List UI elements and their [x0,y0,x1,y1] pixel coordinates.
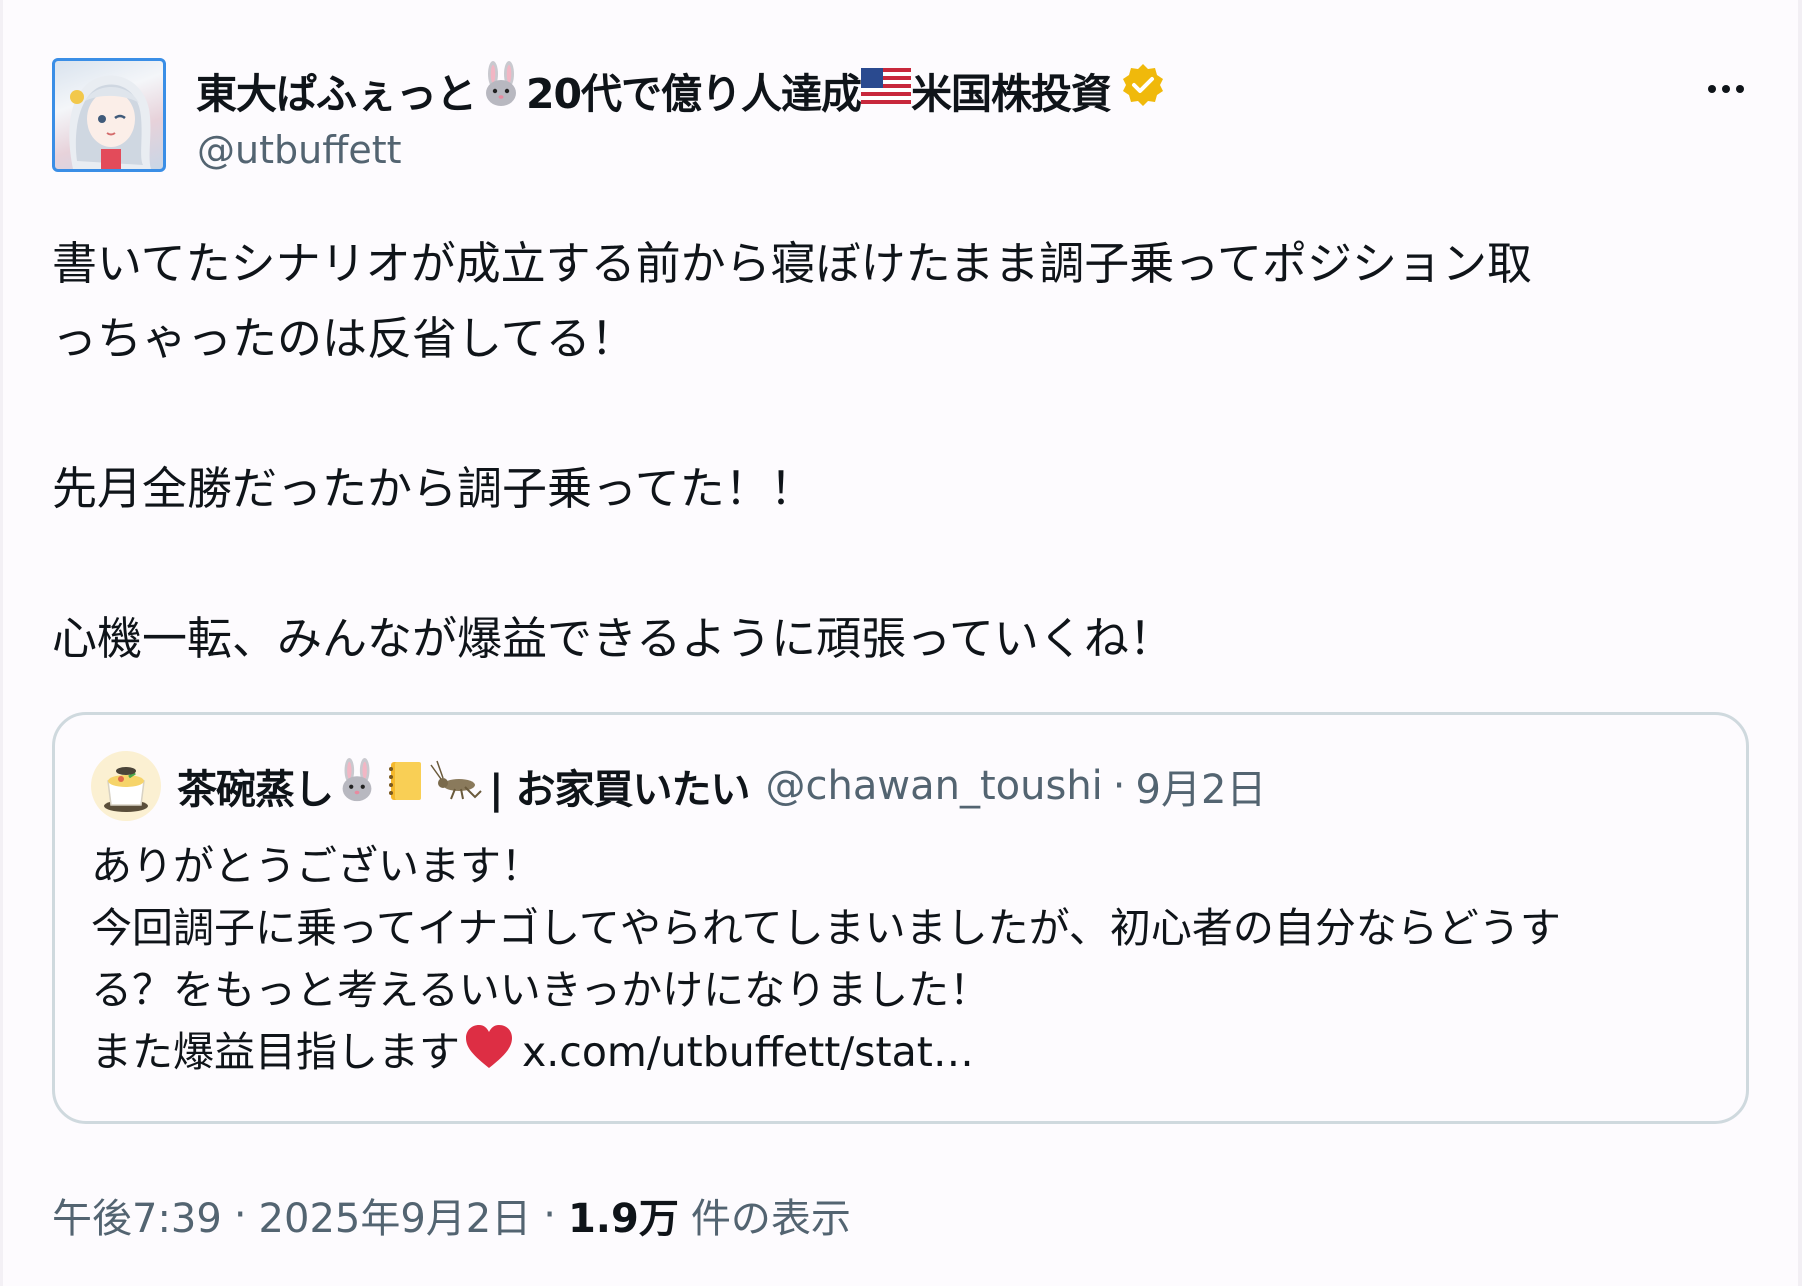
author-avatar[interactable] [52,58,166,172]
tweet-line: っちゃったのは反省してる！ [52,312,636,365]
display-name-text-2: 20代で億り人達成 [526,70,862,118]
tweet-time[interactable]: 午後7:39 [52,1186,222,1244]
author-display-name[interactable]: 東大ぱふぇっと 20代で億り人達成 米国株投資 [196,60,1167,120]
tweet-text: 書いてたシナリオが成立する前から寝ぼけたまま調子乗ってポジション取 っちゃったの… [52,226,1752,676]
rabbit-emoji-icon [476,60,526,120]
more-icon [1708,85,1716,93]
left-edge [0,0,3,1286]
quoted-name-text-2: | お家買いたい [489,767,751,813]
notebook-emoji-icon [381,757,429,815]
heart-emoji-icon [464,1024,514,1087]
display-name-text-1: 東大ぱふぇっと [196,70,477,118]
meta-separator: · [233,1192,247,1238]
quoted-author-handle[interactable]: @chawan_toushi [766,763,1103,809]
cricket-emoji-icon [429,757,483,815]
quoted-line: また爆益目指します x.com/utbuffett/stat… [91,1021,1711,1083]
quoted-header: 茶碗蒸し | お家買いたい @chawan_toushi · 9月2日 [177,757,1266,815]
quoted-text: ありがとうございます！ 今回調子に乗ってイナゴしてやられてしまいましたが、初心者… [91,835,1711,1083]
quoted-tweet[interactable]: 茶碗蒸し | お家買いたい @chawan_toushi · 9月2日 ありがと… [52,712,1749,1124]
right-edge [1798,0,1802,1286]
us-flag-emoji-icon [861,66,912,114]
quoted-line: る？をもっと考えるいいきっかけになりました！ [91,966,991,1014]
tweet-line: 先月全勝だったから調子乗ってた！！ [52,462,815,515]
tweet-meta: 午後7:39 · 2025年9月2日 · 1.9万 件の表示 [52,1186,851,1244]
quoted-separator: · [1112,763,1126,809]
quoted-author-avatar[interactable] [91,751,161,821]
quoted-line: 今回調子に乗ってイナゴしてやられてしまいましたが、初心者の自分ならどうす [91,904,1561,952]
quoted-name-text-1: 茶碗蒸し [177,767,334,813]
tweet-line: 心機一転、みんなが爆益できるように頑張っていくね！ [52,612,1174,665]
tweet-date[interactable]: 2025年9月2日 [259,1186,532,1244]
verified-badge-icon[interactable] [1119,61,1167,119]
author-handle[interactable]: @utbuffett [197,128,402,172]
quoted-last-line-text: また爆益目指します [91,1028,460,1076]
tweet-line: 書いてたシナリオが成立する前から寝ぼけたまま調子乗ってポジション取 [52,237,1533,290]
more-icon-dot [1722,85,1730,93]
views-count: 1.9万 [567,1196,679,1242]
tweet-card: 東大ぱふぇっと 20代で億り人達成 米国株投資 @utbuffett 書いてたシ… [0,0,1802,1286]
quoted-date[interactable]: 9月2日 [1136,757,1267,815]
quoted-author-name[interactable]: 茶碗蒸し | お家買いたい [177,757,751,815]
more-icon-dot [1736,85,1744,93]
quoted-line: ありがとうございます！ [91,842,542,890]
quoted-link[interactable]: x.com/utbuffett/stat… [522,1028,974,1076]
display-name-text-3: 米国株投資 [911,70,1112,118]
rabbit-emoji-icon [333,757,381,815]
more-options-button[interactable] [1698,66,1754,112]
views-label: 件の表示 [690,1196,851,1242]
meta-separator: · [543,1192,556,1238]
